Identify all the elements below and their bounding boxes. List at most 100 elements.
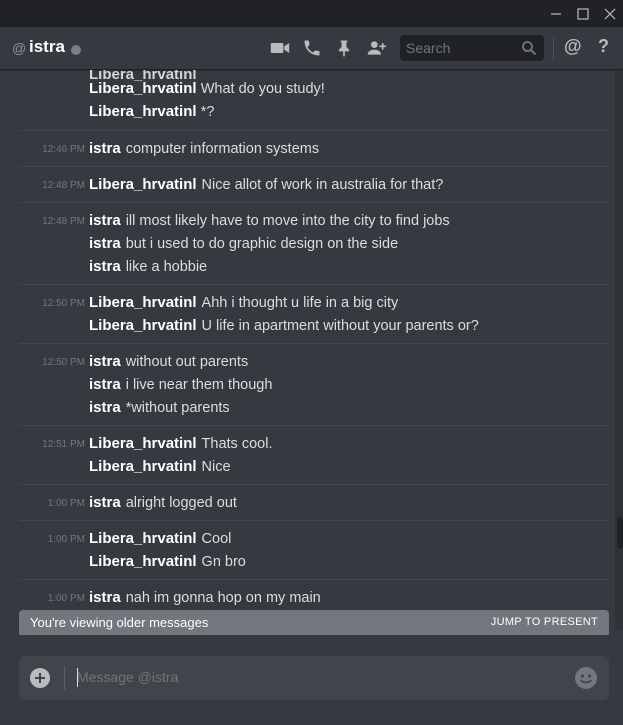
message-line: Libera_hrvatinl U life in apartment witho… [19, 317, 609, 340]
message-text: but i used to do graphic design on the s… [125, 236, 399, 252]
composer-divider [64, 666, 65, 690]
message-line: istra *without parents [19, 399, 609, 422]
status-indicator-icon [71, 45, 81, 55]
message-group: 1:00 PM Libera_hrvatinl Cool Libera_hrvatin… [19, 520, 609, 576]
message-line: Libera_hrvatinl *? [19, 103, 609, 126]
message-author[interactable]: Libera_hrvatinl *? [89, 103, 214, 120]
message-timestamp: 12:46 PM [42, 144, 85, 155]
author-name[interactable]: istra [89, 235, 121, 252]
message-line: Libera_hrvatinl Nice [19, 458, 609, 481]
author-name[interactable]: Libera_hrvatinl [89, 458, 197, 475]
author-name[interactable]: istra [89, 212, 121, 229]
author-name[interactable]: Libera_hrvatinl [89, 553, 197, 570]
author-name[interactable]: istra [89, 589, 121, 606]
help-icon[interactable]: ? [598, 36, 609, 57]
author-name[interactable]: istra [89, 376, 121, 393]
author-name[interactable]: Libera_hrvatinl [89, 294, 197, 311]
maximize-icon[interactable] [569, 0, 596, 27]
message-author[interactable]: istra computer information systems [89, 140, 319, 157]
jump-to-present-button[interactable]: JUMP TO PRESENT [491, 616, 598, 628]
scrollbar-thumb[interactable] [617, 517, 623, 549]
message-author[interactable]: Libera_hrvatinl Ahh i thought u life in a… [89, 294, 398, 311]
message-group: 12:51 PM Libera_hrvatinl Thats cool. Libera… [19, 425, 609, 481]
minimize-icon[interactable] [542, 0, 569, 27]
message-text: alright logged out [125, 495, 237, 511]
message-timestamp: 1:00 PM [47, 593, 85, 604]
author-name[interactable]: Libera_hrvatinl [89, 317, 197, 334]
message-group: 1:00 PM istra alright logged out [19, 484, 609, 517]
message-author[interactable]: Libera_hrvatinl U life in apartment witho… [89, 317, 479, 334]
at-symbol: @ [12, 40, 27, 56]
message-text: Cool [201, 531, 232, 547]
message-text: i live near them though [125, 377, 273, 393]
message-author[interactable]: Libera_hrvatinl Thats cool. [89, 435, 272, 452]
author-name[interactable]: Libera_hrvatinl [89, 435, 197, 452]
add-attachment-icon[interactable] [30, 668, 50, 688]
message-timestamp: 12:48 PM [42, 180, 85, 191]
author-name[interactable]: istra [89, 494, 121, 511]
window-controls [542, 0, 623, 27]
message-composer [19, 656, 609, 700]
close-icon[interactable] [596, 0, 623, 27]
channel-header: @ istra Search @ ? [0, 27, 623, 70]
search-input[interactable]: Search [400, 35, 544, 61]
author-name[interactable]: Libera_hrvatinl [89, 530, 197, 547]
message-author[interactable]: istra like a hobbie [89, 258, 207, 275]
search-placeholder: Search [406, 40, 451, 56]
message-line: 12:50 PM Libera_hrvatinl Ahh i thought u l… [19, 294, 609, 317]
message-author[interactable]: istra ill most likely have to move into t… [89, 212, 450, 229]
message-author[interactable]: Libera_hrvatinl Cool [89, 530, 231, 547]
message-author[interactable]: istra without out parents [89, 353, 248, 370]
message-input[interactable] [77, 669, 557, 685]
message-timestamp: 12:50 PM [42, 298, 85, 309]
message-line: 12:48 PM Libera_hrvatinl Nice allot of wor… [19, 176, 609, 199]
pin-icon[interactable] [333, 37, 355, 59]
message-text: U life in apartment without your parents… [201, 318, 479, 334]
author-name[interactable]: istra [89, 140, 121, 157]
message-author[interactable]: Libera_hrvatinl Nice allot of work in aus… [89, 176, 443, 193]
message-timestamp: 12:50 PM [42, 357, 85, 368]
message-text: *without parents [125, 400, 230, 416]
message-author[interactable]: istra *without parents [89, 399, 230, 416]
message-author[interactable]: istra nah im gonna hop on my main [89, 589, 321, 606]
message-group: 12:48 PM Libera_hrvatinl Nice allot of wor… [19, 166, 609, 199]
message-text: nah im gonna hop on my main [125, 590, 321, 606]
dm-title: istra [29, 37, 65, 56]
author-name[interactable]: istra [89, 353, 121, 370]
author-name[interactable]: istra [89, 399, 121, 416]
search-icon [522, 41, 537, 56]
message-line: 1:00 PM istra nah im gonna hop on my main [19, 589, 609, 610]
message-line: istra like a hobbie [19, 258, 609, 281]
window-titlebar [0, 0, 623, 27]
emoji-icon[interactable] [575, 667, 597, 689]
message-text: like a hobbie [125, 259, 208, 275]
message-text: Nice [201, 459, 231, 475]
message-text: Gn bro [201, 554, 246, 570]
message-line: 12:50 PM istra without out parents [19, 353, 609, 376]
message-line: 12:51 PM Libera_hrvatinl Thats cool. [19, 435, 609, 458]
message-author[interactable]: Libera_hrvatinl What do you study! [89, 80, 325, 97]
message-author[interactable]: Libera_hrvatinl Gn bro [89, 553, 246, 570]
message-line: istra i live near them though [19, 376, 609, 399]
message-author[interactable]: istra but i used to do graphic design on … [89, 235, 398, 252]
message-text: computer information systems [125, 141, 320, 157]
voice-call-icon[interactable] [301, 37, 323, 59]
message-line: istra but i used to do graphic design on … [19, 235, 609, 258]
message-group: Libera_hrvatinl What do you study! Liber… [19, 80, 609, 126]
message-text: without out parents [125, 354, 249, 370]
message-author[interactable]: istra i live near them though [89, 376, 272, 393]
message-line: Libera_hrvatinl Gn bro [19, 553, 609, 576]
add-friend-icon[interactable] [365, 37, 387, 59]
message-timestamp: 1:00 PM [47, 534, 85, 545]
message-line: 1:00 PM istra alright logged out [19, 494, 609, 517]
message-text: Thats cool. [201, 436, 273, 452]
author-name[interactable]: istra [89, 258, 121, 275]
video-call-icon[interactable] [269, 37, 291, 59]
message-text: ill most likely have to move into the ci… [125, 213, 450, 229]
message-group: 12:46 PM istra computer information system… [19, 130, 609, 163]
message-list[interactable]: Libera_hrvatinl Libera_hrvatinl What do … [0, 70, 619, 610]
message-author[interactable]: Libera_hrvatinl Nice [89, 458, 231, 475]
message-author[interactable]: istra alright logged out [89, 494, 237, 511]
author-name[interactable]: Libera_hrvatinl [89, 176, 197, 193]
mentions-icon[interactable]: @ [564, 36, 582, 57]
